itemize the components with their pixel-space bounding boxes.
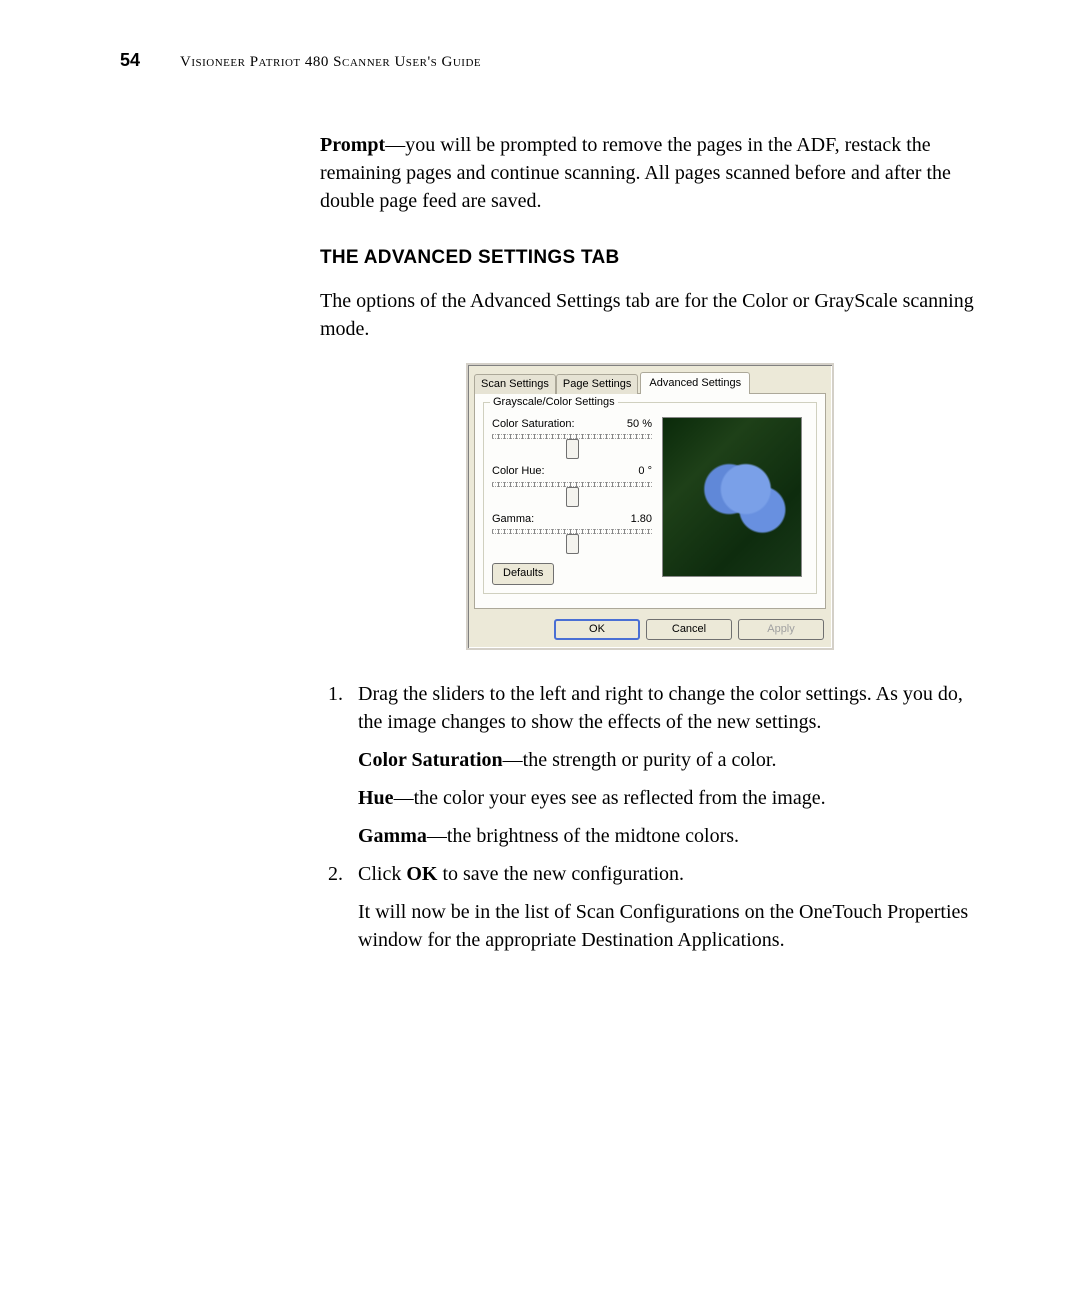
hue-definition: Hue—the color your eyes see as reflected… bbox=[358, 784, 980, 812]
hue-label: Color Hue: bbox=[492, 464, 545, 479]
running-head: Visioneer Patriot 480 Scanner User's Gui… bbox=[180, 54, 481, 71]
hue-value: 0 ° bbox=[638, 464, 652, 479]
dialog-button-row: OK Cancel Apply bbox=[470, 613, 830, 646]
saturation-thumb[interactable] bbox=[566, 439, 579, 459]
dialog-figure: Scan Settings Page Settings Advanced Set… bbox=[320, 363, 980, 650]
saturation-value: 50 % bbox=[627, 417, 652, 432]
gamma-value: 1.80 bbox=[631, 512, 652, 527]
gamma-definition: Gamma—the brightness of the midtone colo… bbox=[358, 822, 980, 850]
tab-panel: Grayscale/Color Settings Color Saturatio… bbox=[474, 393, 826, 609]
apply-button[interactable]: Apply bbox=[738, 619, 824, 640]
body-content: Prompt—you will be prompted to remove th… bbox=[320, 131, 980, 954]
hue-desc: —the color your eyes see as reflected fr… bbox=[394, 787, 826, 809]
page-number: 54 bbox=[100, 50, 140, 71]
gamma-thumb[interactable] bbox=[566, 534, 579, 554]
step2-post: to save the new configuration. bbox=[437, 863, 684, 885]
list-item: Drag the sliders to the left and right t… bbox=[348, 680, 980, 850]
section-heading: The Advanced Settings Tab bbox=[320, 245, 980, 272]
saturation-slider[interactable] bbox=[492, 434, 652, 454]
group-content: Color Saturation: 50 % bbox=[492, 417, 808, 585]
ok-button[interactable]: OK bbox=[554, 619, 640, 640]
hue-thumb[interactable] bbox=[566, 487, 579, 507]
list-item: Click OK to save the new configuration. … bbox=[348, 860, 980, 954]
prompt-text: —you will be prompted to remove the page… bbox=[320, 134, 951, 212]
grayscale-color-groupbox: Grayscale/Color Settings Color Saturatio… bbox=[483, 402, 817, 594]
tab-scan-settings[interactable]: Scan Settings bbox=[474, 374, 556, 394]
sliders-column: Color Saturation: 50 % bbox=[492, 417, 652, 585]
prompt-paragraph: Prompt—you will be prompted to remove th… bbox=[320, 131, 980, 215]
prompt-label: Prompt bbox=[320, 134, 385, 156]
hue-term: Hue bbox=[358, 787, 394, 809]
document-page: 54 Visioneer Patriot 480 Scanner User's … bbox=[0, 0, 1080, 1296]
gamma-head: Gamma: 1.80 bbox=[492, 512, 652, 527]
saturation-slider-block: Color Saturation: 50 % bbox=[492, 417, 652, 454]
step2-followup: It will now be in the list of Scan Confi… bbox=[358, 898, 980, 954]
instruction-list: Drag the sliders to the left and right t… bbox=[320, 680, 980, 954]
advanced-settings-dialog: Scan Settings Page Settings Advanced Set… bbox=[466, 363, 834, 650]
preview-column bbox=[662, 417, 808, 585]
tab-page-settings[interactable]: Page Settings bbox=[556, 374, 639, 394]
gamma-term: Gamma bbox=[358, 825, 427, 847]
saturation-head: Color Saturation: 50 % bbox=[492, 417, 652, 432]
tab-advanced-settings[interactable]: Advanced Settings bbox=[640, 372, 750, 394]
page-header: 54 Visioneer Patriot 480 Scanner User's … bbox=[100, 50, 980, 71]
defaults-button[interactable]: Defaults bbox=[492, 563, 554, 584]
groupbox-label: Grayscale/Color Settings bbox=[490, 395, 618, 410]
gamma-slider[interactable] bbox=[492, 529, 652, 549]
hue-slider[interactable] bbox=[492, 482, 652, 502]
step2-pre: Click bbox=[358, 863, 406, 885]
saturation-definition: Color Saturation—the strength or purity … bbox=[358, 746, 980, 774]
cancel-button[interactable]: Cancel bbox=[646, 619, 732, 640]
gamma-slider-block: Gamma: 1.80 bbox=[492, 512, 652, 549]
hue-slider-block: Color Hue: 0 ° bbox=[492, 464, 652, 501]
flower-preview-image bbox=[662, 417, 802, 577]
gamma-desc: —the brightness of the midtone colors. bbox=[427, 825, 739, 847]
saturation-term: Color Saturation bbox=[358, 749, 503, 771]
gamma-label: Gamma: bbox=[492, 512, 534, 527]
step1-text: Drag the sliders to the left and right t… bbox=[358, 683, 963, 733]
tabs-row: Scan Settings Page Settings Advanced Set… bbox=[474, 371, 826, 393]
step2-ok: OK bbox=[406, 863, 437, 885]
saturation-desc: —the strength or purity of a color. bbox=[503, 749, 777, 771]
hue-head: Color Hue: 0 ° bbox=[492, 464, 652, 479]
saturation-label: Color Saturation: bbox=[492, 417, 575, 432]
section-intro: The options of the Advanced Settings tab… bbox=[320, 287, 980, 343]
